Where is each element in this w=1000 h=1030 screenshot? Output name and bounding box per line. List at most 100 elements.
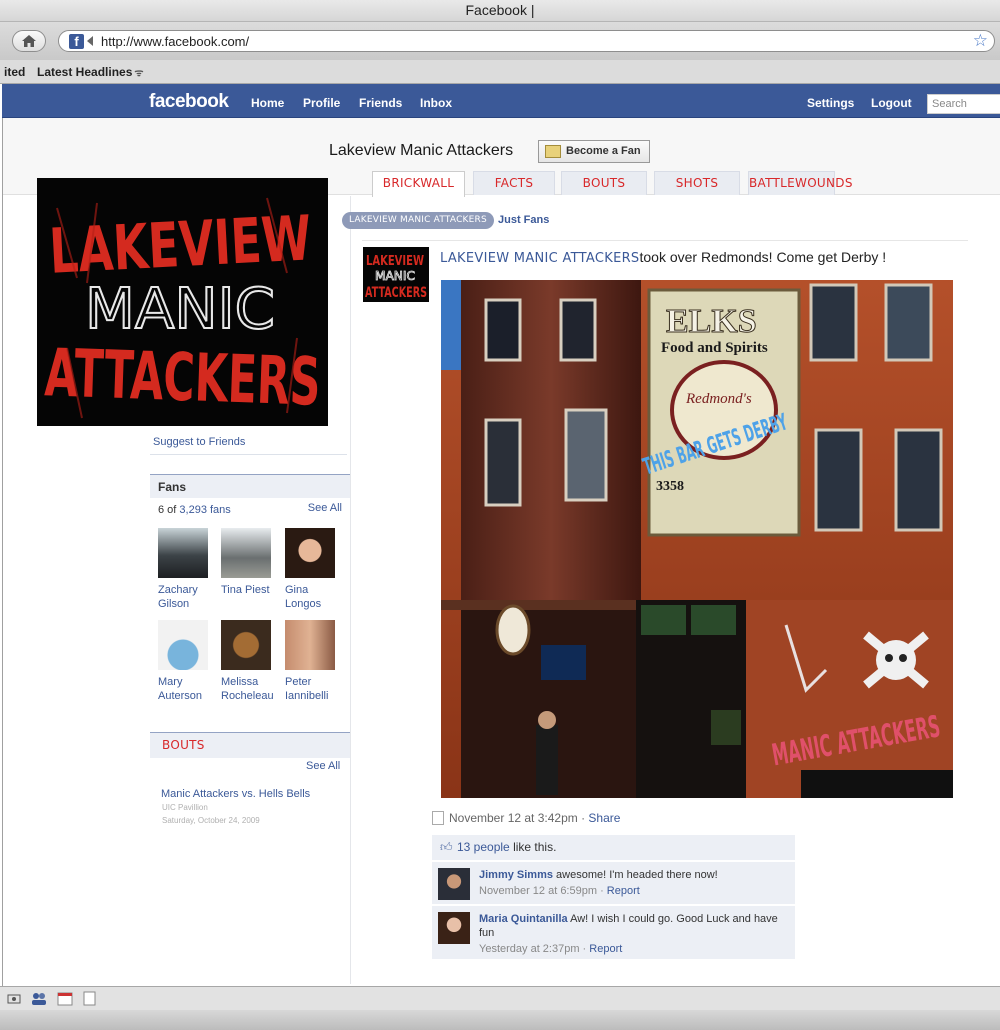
fan-photo[interactable] (221, 620, 271, 670)
fan-name[interactable]: Peter Iannibelli (285, 675, 337, 703)
search-input[interactable]: Search (927, 94, 1000, 114)
fan-name[interactable]: Tina Piest (221, 583, 273, 597)
post-text: took over Redmonds! Come get Derby ! (639, 249, 887, 265)
fan-name[interactable]: Zachary Gilson (158, 583, 210, 611)
nav-inbox[interactable]: Inbox (420, 96, 452, 110)
fans-see-all-link[interactable]: See All (308, 502, 342, 514)
fan-name[interactable]: Melissa Rocheleau (221, 675, 274, 703)
rss-icon: ᯤ (134, 68, 144, 79)
post-header: LAKEVIEW MANIC ATTACKERStook over Redmon… (440, 249, 886, 266)
profile-picture[interactable]: LAKEVIEW MANIC ATTACKERS (37, 178, 328, 426)
post-photo[interactable]: ELKS Food and Spirits Redmond's 3358 THI… (441, 280, 953, 798)
comment-meta: November 12 at 6:59pm · Report (479, 885, 640, 897)
fan-photo[interactable] (285, 620, 335, 670)
bouts-heading: BOUTS (150, 732, 350, 758)
home-button[interactable] (12, 30, 46, 52)
fan-item[interactable]: Mary Auterson (150, 620, 210, 703)
fan-item[interactable]: Tina Piest (213, 528, 273, 597)
logo-line-2: MANIC (85, 277, 275, 342)
tab-battlewounds[interactable]: BATTLEWOUNDS (748, 171, 852, 195)
fan-photo[interactable] (221, 528, 271, 578)
report-link[interactable]: Report (589, 943, 622, 955)
commenter-name[interactable]: Maria Quintanilla (479, 913, 568, 925)
likes-bar: 👍︎ 13 people like this. (432, 835, 795, 860)
small-logo-line-1: LAKEVIEW (366, 254, 424, 269)
suggest-to-friends-link[interactable]: Suggest to Friends (153, 436, 245, 448)
browser-toolbar: f http://www.facebook.com/ ☆ (0, 22, 1000, 60)
checkbox-icon[interactable] (432, 811, 444, 825)
nav-profile[interactable]: Profile (303, 96, 340, 110)
wall-filter-just-fans[interactable]: Just Fans (498, 214, 549, 226)
fan-item[interactable]: Peter Iannibelli (277, 620, 337, 703)
nav-friends[interactable]: Friends (359, 96, 402, 110)
nav-logout[interactable]: Logout (871, 96, 912, 110)
post-timestamp[interactable]: November 12 at 3:42pm (449, 811, 578, 825)
friends-icon[interactable] (31, 991, 47, 1006)
sign-oval-text: Redmond's (685, 391, 752, 407)
address-bar[interactable]: f http://www.facebook.com/ ☆ (58, 30, 995, 52)
post-author-avatar[interactable]: LAKEVIEW MANIC ATTACKERS (363, 247, 429, 302)
fan-photo[interactable] (158, 620, 208, 670)
commenter-avatar[interactable] (438, 868, 470, 900)
bookmark-label: Latest Headlines (37, 65, 133, 79)
bookmark-latest-headlines[interactable]: Latest Headlines ᯤ (37, 65, 144, 79)
fan-photo[interactable] (285, 528, 335, 578)
bout-event-link[interactable]: Manic Attackers vs. Hells Bells (161, 788, 310, 800)
fans-heading: Fans (150, 474, 350, 498)
report-link[interactable]: Report (607, 885, 640, 897)
bookmark-star-icon[interactable]: ☆ (973, 31, 988, 51)
statusbar-icons[interactable] (6, 991, 22, 1006)
fan-item[interactable]: Gina Longos (277, 528, 337, 611)
tab-shots[interactable]: SHOTS (654, 171, 740, 195)
divider (150, 454, 347, 455)
back-arrow-icon[interactable] (87, 36, 93, 46)
browser-status-bar (0, 986, 1000, 1010)
likes-link[interactable]: 13 people (457, 840, 510, 854)
tab-brickwall[interactable]: BRICKWALL (372, 171, 465, 197)
facebook-favicon: f (69, 34, 84, 49)
home-icon (22, 35, 36, 47)
nav-home[interactable]: Home (251, 96, 284, 110)
tab-bouts[interactable]: BOUTS (561, 171, 647, 195)
band-logo: LAKEVIEW MANIC ATTACKERS (43, 197, 322, 421)
comment-body: Maria Quintanilla Aw! I wish I could go.… (479, 912, 784, 956)
wall-filter-page[interactable]: LAKEVIEW MANIC ATTACKERS (342, 212, 494, 229)
bouts-see-all-link[interactable]: See All (306, 760, 340, 772)
comment-time: Yesterday at 2:37pm (479, 943, 580, 955)
bookmarks-bar: ited Latest Headlines ᯤ (0, 60, 1000, 84)
page-icon[interactable] (82, 991, 98, 1006)
fans-count-prefix: 6 of (158, 504, 177, 516)
fan-photo[interactable] (158, 528, 208, 578)
calendar-icon[interactable] (57, 991, 73, 1006)
comment-body: Jimmy Simms awesome! I'm headed there no… (479, 868, 784, 898)
fan-name[interactable]: Gina Longos (285, 583, 337, 611)
fan-icon (545, 145, 561, 158)
band-logo-small: LAKEVIEW MANIC ATTACKERS (365, 254, 427, 301)
likes-text: like this. (513, 840, 557, 854)
fan-item[interactable]: Melissa Rocheleau (213, 620, 274, 703)
fans-box: Fans 6 of 3,293 fans See All Zachary Gils… (150, 474, 350, 724)
bar-photo-illustration: ELKS Food and Spirits Redmond's 3358 THI… (441, 280, 953, 798)
url-text[interactable]: http://www.facebook.com/ (101, 34, 249, 49)
bookmark-item[interactable]: ited (4, 65, 25, 79)
fan-name[interactable]: Mary Auterson (158, 675, 210, 703)
small-logo-line-3: ATTACKERS (365, 285, 427, 301)
facebook-logo[interactable]: facebook (149, 91, 229, 113)
fans-count-link[interactable]: 3,293 fans (179, 504, 230, 516)
bout-venue: UIC Pavillion (162, 803, 208, 812)
logo-line-3: ATTACKERS (43, 334, 322, 421)
sign-address: 3358 (656, 479, 684, 494)
become-fan-button[interactable]: Become a Fan (538, 140, 650, 163)
comment: Jimmy Simms awesome! I'm headed there no… (432, 861, 795, 904)
page-title: Lakeview Manic Attackers (329, 142, 514, 159)
tab-facts[interactable]: FACTS (473, 171, 555, 195)
commenter-avatar[interactable] (438, 912, 470, 944)
become-fan-label: Become a Fan (566, 145, 641, 157)
share-link[interactable]: Share (588, 811, 620, 825)
fan-item[interactable]: Zachary Gilson (150, 528, 210, 611)
nav-settings[interactable]: Settings (807, 96, 854, 110)
post-author-link[interactable]: LAKEVIEW MANIC ATTACKERS (440, 251, 639, 266)
sign-top: ELKS (666, 303, 757, 340)
commenter-name[interactable]: Jimmy Simms (479, 869, 553, 881)
thumbs-up-icon: 👍︎ (440, 840, 453, 854)
